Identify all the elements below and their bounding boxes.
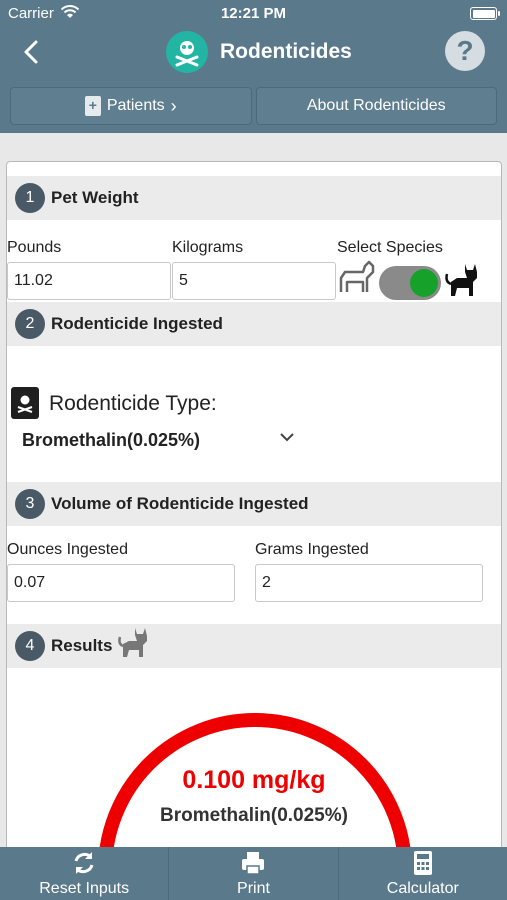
section-title: Pet Weight	[51, 188, 139, 207]
ounces-label: Ounces Ingested	[7, 541, 128, 558]
section-title: Results	[51, 636, 113, 655]
patients-label: Patients	[106, 97, 165, 114]
clock: 12:21 PM	[220, 5, 287, 22]
printer-icon	[242, 852, 265, 875]
kilograms-input[interactable]: 5	[172, 262, 336, 300]
section-title: Volume of Rodenticide Ingested	[51, 494, 309, 513]
section-rodenticide-ingested: 2 Rodenticide Ingested	[7, 302, 501, 346]
refresh-icon	[74, 852, 94, 874]
clipboard-icon	[84, 96, 101, 116]
section-results: 4 Results	[7, 624, 501, 668]
species-toggle[interactable]	[379, 266, 441, 300]
grams-input[interactable]: 2	[255, 564, 483, 602]
chevron-right-icon: ›	[170, 95, 177, 116]
cat-icon[interactable]	[443, 260, 483, 298]
cat-icon	[118, 628, 147, 657]
about-label: About Rodenticides	[306, 97, 446, 114]
dog-icon[interactable]	[337, 258, 377, 296]
toggle-knob	[410, 269, 438, 297]
skull-crossbones-icon	[166, 31, 208, 73]
rodenticide-type-label: Rodenticide Type:	[49, 392, 217, 415]
section-number: 1	[15, 183, 45, 213]
section-pet-weight: 1 Pet Weight	[7, 176, 501, 220]
pounds-input[interactable]: 11.02	[7, 262, 171, 300]
nav-title-group: Rodenticides	[166, 30, 352, 74]
section-number: 4	[15, 631, 45, 661]
kilograms-label: Kilograms	[172, 239, 244, 256]
calculator-card: 1 Pet Weight Pounds 11.02 Kilograms 5 Se…	[6, 161, 502, 847]
rodenticide-type-select[interactable]: Bromethalin(0.025%)	[22, 430, 200, 451]
ounces-input[interactable]: 0.07	[7, 564, 235, 602]
poison-book-icon	[11, 387, 39, 419]
calculator-label: Calculator	[386, 880, 459, 897]
print-tab[interactable]: Print	[169, 847, 339, 900]
result-product: Bromethalin(0.025%)	[160, 805, 348, 826]
print-label: Print	[237, 880, 270, 897]
reset-inputs-label: Reset Inputs	[39, 880, 130, 897]
status-bar: Carrier 12:21 PM	[0, 0, 507, 28]
section-number: 3	[15, 489, 45, 519]
calculator-tab[interactable]: Calculator	[339, 847, 507, 900]
chevron-down-icon[interactable]	[279, 430, 295, 444]
page-title: Rodenticides	[220, 40, 352, 63]
patients-button[interactable]: Patients ›	[10, 87, 252, 125]
back-icon[interactable]	[18, 38, 46, 66]
reset-inputs-tab[interactable]: Reset Inputs	[0, 847, 170, 900]
section-volume-ingested: 3 Volume of Rodenticide Ingested	[7, 482, 501, 526]
segment-bar: Patients › About Rodenticides	[10, 87, 497, 125]
section-number: 2	[15, 309, 45, 339]
content-area[interactable]: 1 Pet Weight Pounds 11.02 Kilograms 5 Se…	[0, 133, 507, 847]
about-rodenticides-button[interactable]: About Rodenticides	[255, 87, 497, 125]
help-button[interactable]: ?	[445, 31, 485, 71]
select-species-label: Select Species	[337, 239, 443, 256]
result-value: 0.100 mg/kg	[182, 766, 326, 794]
battery-icon	[470, 7, 500, 20]
header: Carrier 12:21 PM Rodenticides ? Patients…	[0, 0, 507, 133]
tab-bar: Reset Inputs Print Calculator	[0, 847, 507, 900]
section-title: Rodenticide Ingested	[51, 314, 223, 333]
pounds-label: Pounds	[7, 239, 62, 256]
grams-label: Grams Ingested	[255, 541, 369, 558]
calculator-icon	[413, 851, 432, 875]
